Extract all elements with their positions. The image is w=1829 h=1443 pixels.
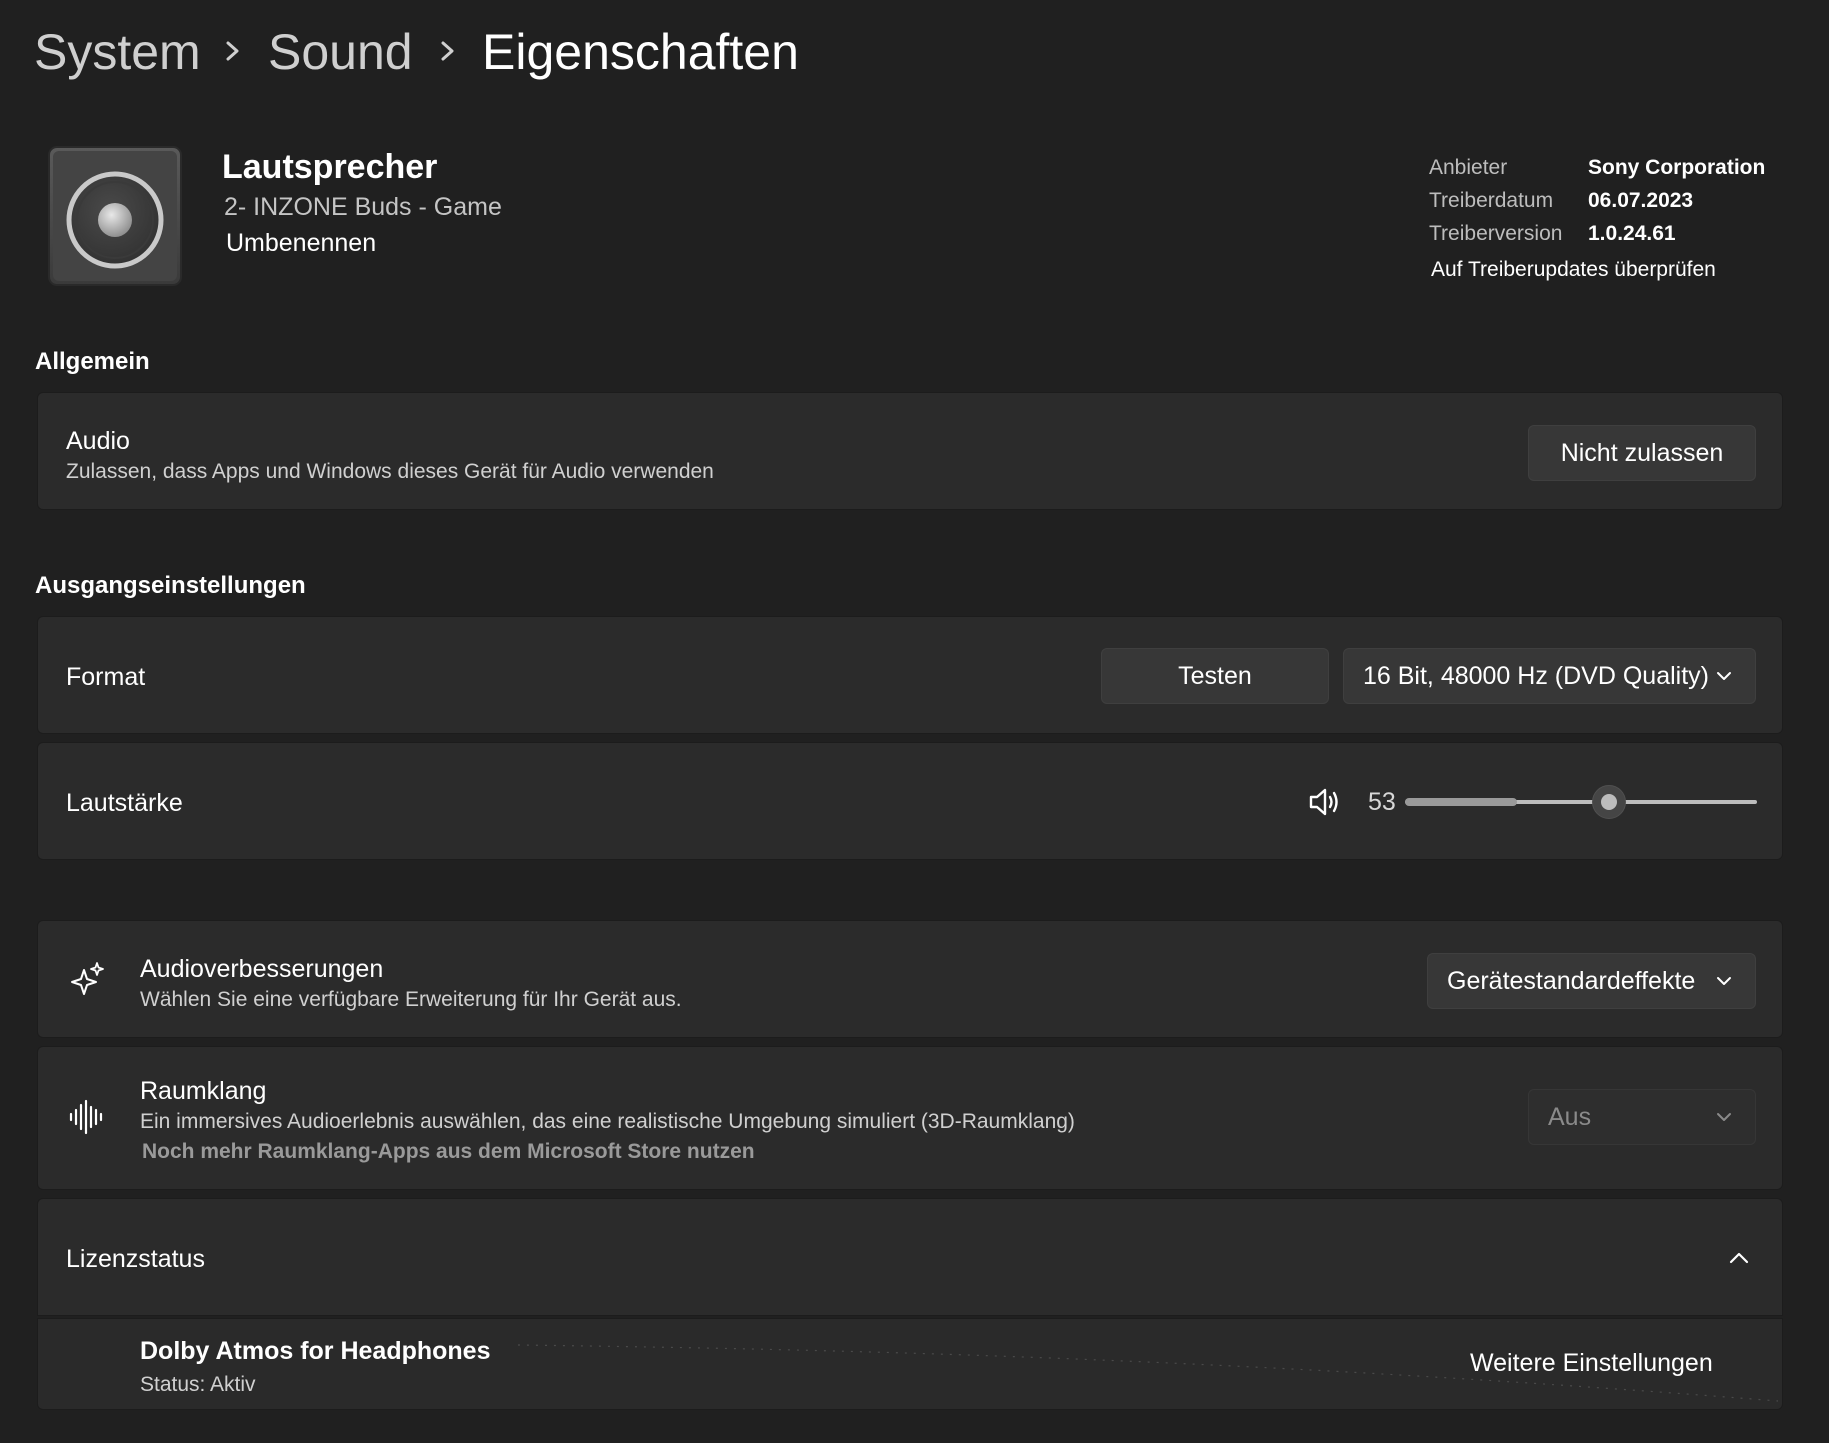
- device-subtitle: 2- INZONE Buds - Game: [224, 193, 502, 221]
- chevron-down-icon: [1717, 672, 1731, 680]
- rename-link[interactable]: Umbenennen: [226, 229, 376, 258]
- driver-date-value: 06.07.2023: [1588, 189, 1694, 212]
- chevron-right-icon: [441, 41, 454, 61]
- device-name: Lautsprecher: [222, 148, 438, 186]
- driver-version-label: Treiberversion: [1429, 222, 1563, 245]
- driver-update-link[interactable]: Auf Treiberupdates überprüfen: [1431, 258, 1716, 282]
- audio-description: Zulassen, dass Apps und Windows dieses G…: [66, 460, 714, 483]
- format-dropdown-value: 16 Bit, 48000 Hz (DVD Quality): [1363, 661, 1709, 690]
- soundwave-icon: [69, 1099, 103, 1135]
- audio-card: Audio Zulassen, dass Apps und Windows di…: [37, 392, 1783, 510]
- spatial-sound-description: Ein immersives Audioerlebnis auswählen, …: [140, 1110, 1075, 1133]
- page-title: Eigenschaften: [482, 24, 799, 80]
- format-card: Format Testen 16 Bit, 48000 Hz (DVD Qual…: [37, 616, 1783, 734]
- audio-title: Audio: [66, 427, 130, 455]
- breadcrumb-item-sound[interactable]: Sound: [268, 27, 413, 77]
- volume-slider[interactable]: [1405, 781, 1757, 823]
- chevron-down-icon: [1717, 1113, 1731, 1121]
- store-link[interactable]: Noch mehr Raumklang-Apps aus dem Microso…: [142, 1140, 755, 1164]
- spatial-sound-dropdown-value: Aus: [1548, 1102, 1592, 1131]
- enhancements-dropdown[interactable]: Gerätestandardeffekte: [1427, 953, 1756, 1009]
- driver-date-label: Treiberdatum: [1429, 189, 1554, 212]
- chevron-down-icon: [1717, 977, 1731, 985]
- volume-value: 53: [1368, 788, 1396, 816]
- speaker-volume-icon[interactable]: [1308, 787, 1342, 817]
- speaker-device-icon: [48, 146, 182, 286]
- driver-version-value: 1.0.24.61: [1588, 222, 1676, 245]
- license-detail-row: Dolby Atmos for Headphones Status: Aktiv…: [37, 1318, 1783, 1410]
- test-button[interactable]: Testen: [1101, 648, 1329, 704]
- format-dropdown[interactable]: 16 Bit, 48000 Hz (DVD Quality): [1343, 648, 1756, 704]
- volume-card: Lautstärke 53: [37, 742, 1783, 860]
- license-product-name: Dolby Atmos for Headphones: [140, 1337, 491, 1365]
- sparkle-icon: [71, 962, 104, 995]
- slider-thumb[interactable]: [1592, 785, 1626, 819]
- enhancements-dropdown-value: Gerätestandardeffekte: [1447, 966, 1696, 995]
- volume-title: Lautstärke: [66, 789, 183, 817]
- breadcrumb-item-system[interactable]: System: [34, 27, 201, 77]
- license-status-title: Lizenzstatus: [66, 1245, 205, 1273]
- chevron-up-icon[interactable]: [1728, 1247, 1750, 1269]
- driver-provider-label: Anbieter: [1429, 156, 1508, 179]
- disallow-audio-button[interactable]: Nicht zulassen: [1528, 425, 1756, 481]
- spatial-sound-dropdown[interactable]: Aus: [1528, 1089, 1756, 1145]
- section-heading-general: Allgemein: [35, 348, 150, 375]
- format-title: Format: [66, 663, 146, 691]
- enhancements-title: Audioverbesserungen: [140, 955, 384, 983]
- enhancements-card: Audioverbesserungen Wählen Sie eine verf…: [37, 920, 1783, 1038]
- driver-provider-value: Sony Corporation: [1588, 156, 1766, 179]
- spatial-sound-card: Raumklang Ein immersives Audioerlebnis a…: [37, 1046, 1783, 1190]
- slider-fill: [1405, 798, 1517, 806]
- enhancements-description: Wählen Sie eine verfügbare Erweiterung f…: [140, 988, 682, 1011]
- more-settings-link[interactable]: Weitere Einstellungen: [1470, 1349, 1713, 1378]
- section-heading-output: Ausgangseinstellungen: [35, 572, 306, 599]
- chevron-right-icon: [226, 41, 239, 61]
- license-status-header[interactable]: Lizenzstatus: [37, 1198, 1783, 1316]
- spatial-sound-title: Raumklang: [140, 1077, 267, 1105]
- license-status-text: Status: Aktiv: [140, 1373, 256, 1396]
